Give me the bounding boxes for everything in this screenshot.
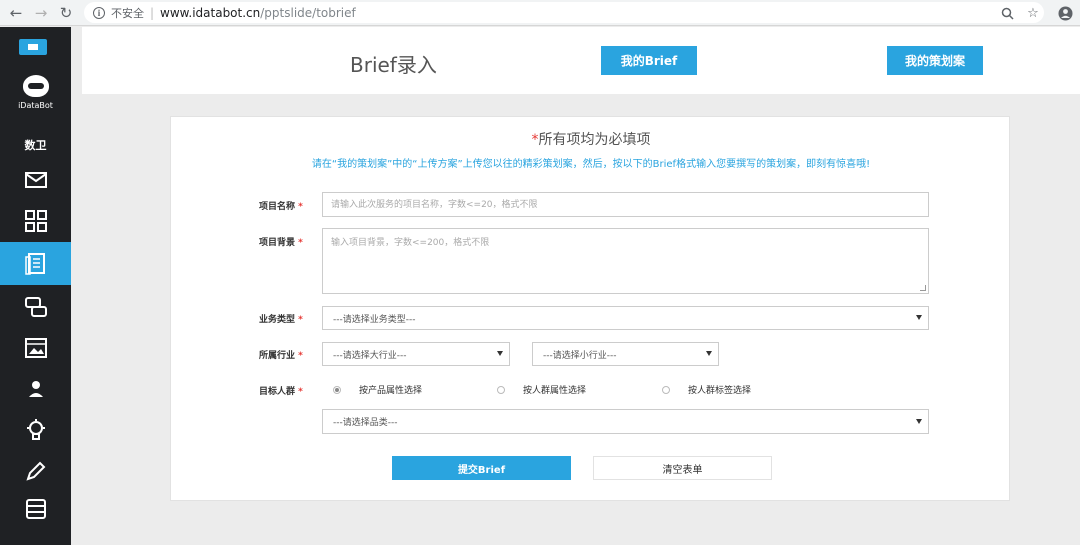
sidebar-item-mail[interactable]	[0, 160, 71, 200]
hamburger-icon	[28, 44, 38, 50]
project-background-field[interactable]	[322, 228, 929, 294]
required-notice-text: 所有项均为必填项	[538, 132, 651, 148]
page-title: Brief录入	[350, 53, 437, 77]
back-icon[interactable]: ←	[6, 3, 26, 23]
radio-dot[interactable]	[333, 385, 341, 394]
chat-icon	[24, 297, 47, 317]
project-name-input[interactable]	[323, 193, 928, 216]
submit-brief-button[interactable]: 提交Brief	[392, 456, 571, 480]
major-industry-select[interactable]: ---请选择大行业---	[322, 342, 510, 366]
sidebar-item-gallery[interactable]	[0, 328, 71, 368]
required-star: *	[531, 132, 539, 148]
security-label: 不安全	[111, 6, 144, 20]
url-separator: |	[150, 5, 155, 20]
user-icon	[28, 381, 43, 397]
required-notice: *所有项均为必填项	[171, 129, 1011, 149]
resize-handle[interactable]	[920, 285, 926, 291]
audience-radio-label: 按人群属性选择	[523, 386, 587, 396]
menu-toggle-button[interactable]	[19, 39, 47, 55]
business-type-value: ---请选择业务类型---	[333, 314, 416, 325]
project-name-field[interactable]	[322, 192, 929, 217]
chevron-down-icon	[916, 418, 922, 424]
minor-industry-select[interactable]: ---请选择小行业---	[532, 342, 719, 366]
business-type-label: 业务类型 *	[259, 315, 303, 325]
project-background-label: 项目背景 *	[259, 238, 303, 248]
url-host: www.idatabot.cn	[160, 5, 261, 20]
brand-name: iDataBot	[18, 101, 53, 110]
page-header: Brief录入 我的Brief 我的策划案	[82, 27, 1080, 94]
category-select[interactable]: ---请选择品类---	[322, 409, 929, 434]
gallery-icon	[24, 338, 47, 358]
chevron-down-icon	[916, 315, 922, 320]
project-name-label: 项目名称 *	[259, 202, 303, 212]
sidebar-item-chat[interactable]	[0, 287, 71, 327]
sidebar-item-user[interactable]	[0, 369, 71, 409]
audience-label: 目标人群 *	[259, 387, 303, 397]
brief-form: *所有项均为必填项 请在“我的策划案”中的“上传方案”上传您以往的精彩策划案，然…	[170, 116, 1010, 501]
forward-icon[interactable]: →	[31, 3, 51, 23]
project-background-input[interactable]	[323, 229, 928, 293]
info-icon[interactable]: i	[93, 6, 105, 19]
mail-icon	[24, 172, 47, 188]
major-industry-value: ---请选择大行业---	[333, 350, 407, 361]
radio-dot[interactable]	[497, 385, 505, 394]
sidebar-item-pen[interactable]	[0, 451, 71, 491]
radio-dot[interactable]	[662, 385, 670, 394]
my-brief-button[interactable]: 我的Brief	[601, 46, 697, 75]
sidebar: iDataBot 数卫	[0, 27, 71, 545]
audience-radio-label: 按人群标签选择	[688, 386, 752, 396]
grid-icon	[24, 210, 47, 232]
clear-form-button[interactable]: 清空表单	[593, 456, 772, 480]
chevron-down-icon	[706, 351, 712, 356]
industry-label: 所属行业 *	[259, 351, 303, 361]
form-hint: 请在“我的策划案”中的“上传方案”上传您以往的精彩策划案，然后，按以下的Brie…	[311, 159, 871, 170]
my-plans-button[interactable]: 我的策划案	[887, 46, 983, 75]
sidebar-item-document[interactable]	[0, 242, 71, 285]
category-value: ---请选择品类---	[333, 418, 398, 428]
robot-logo-icon	[22, 75, 49, 97]
sidebar-item-grid[interactable]	[0, 201, 71, 241]
pen-icon	[25, 461, 45, 481]
sidebar-section-label: 数卫	[24, 139, 47, 152]
lightbulb-icon	[26, 419, 45, 440]
sidebar-item-idea[interactable]	[0, 410, 71, 450]
list-icon	[25, 499, 46, 519]
audience-radio-tag[interactable]: 按人群标签选择	[662, 383, 751, 396]
business-type-select[interactable]: ---请选择业务类型---	[322, 306, 929, 330]
audience-radio-product[interactable]: 按产品属性选择	[333, 383, 422, 396]
magnifier-icon[interactable]	[998, 4, 1016, 22]
reload-icon[interactable]: ↻	[56, 3, 76, 23]
account-icon[interactable]	[1056, 4, 1074, 22]
address-bar[interactable]: i 不安全 | www.idatabot.cn/pptslide/tobrief	[84, 2, 1044, 23]
url-path: /pptslide/tobrief	[260, 5, 356, 20]
brand-logo[interactable]: iDataBot	[0, 75, 71, 115]
sidebar-item-list[interactable]	[0, 489, 71, 529]
browser-toolbar: ← → ↻ i 不安全 | www.idatabot.cn/pptslide/t…	[0, 0, 1080, 26]
audience-radio-label: 按产品属性选择	[359, 386, 423, 396]
chevron-down-icon	[497, 351, 503, 356]
audience-radio-crowd[interactable]: 按人群属性选择	[497, 383, 586, 396]
star-icon[interactable]: ☆	[1024, 4, 1042, 22]
document-icon	[24, 252, 45, 275]
minor-industry-value: ---请选择小行业---	[543, 350, 617, 361]
